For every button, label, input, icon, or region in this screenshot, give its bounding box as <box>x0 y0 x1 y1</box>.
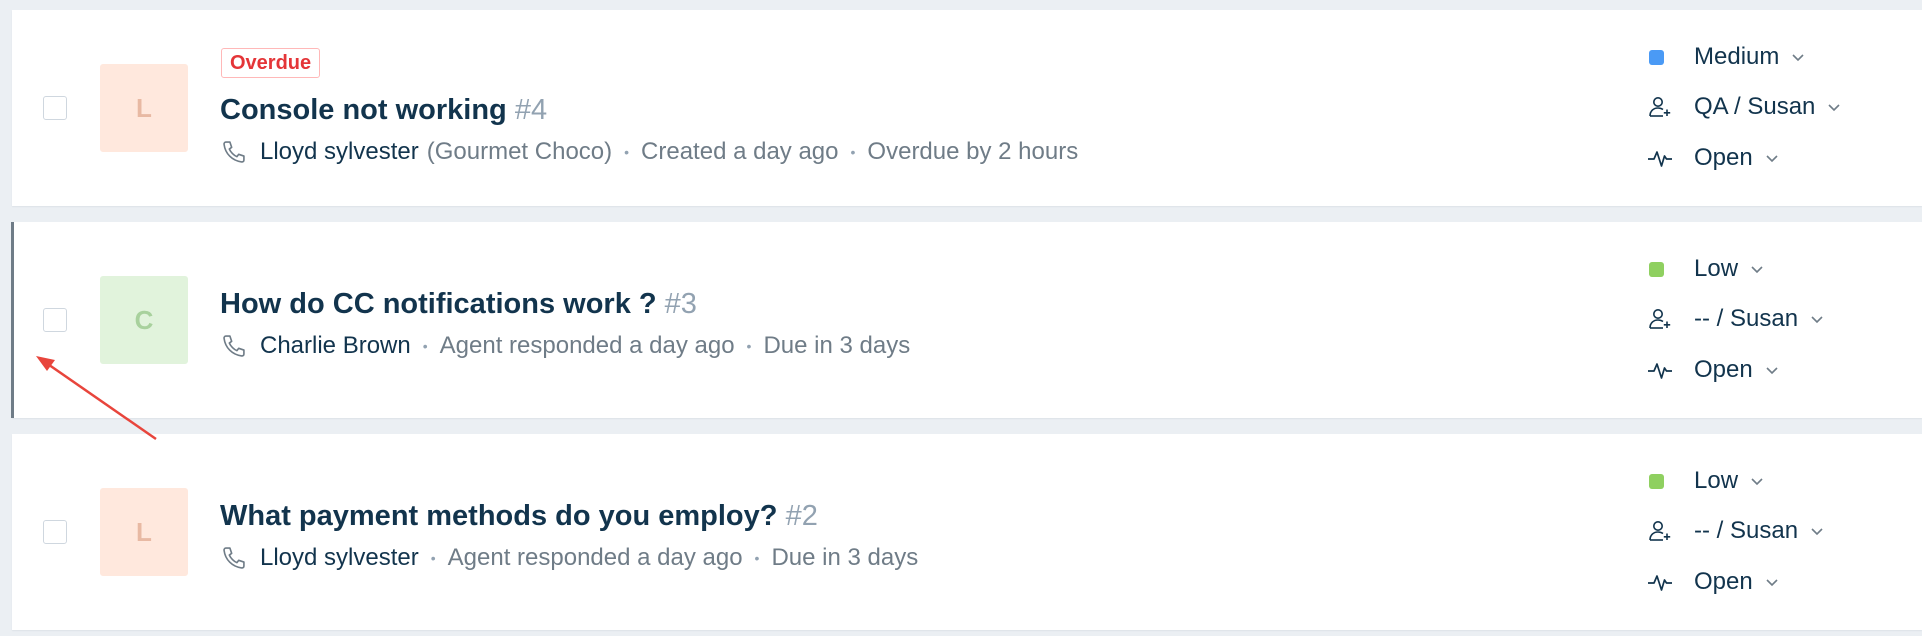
priority-label: Low <box>1694 467 1739 494</box>
ticket-meta: Charlie Brown • Agent responded a day ag… <box>220 332 910 360</box>
chevron-down-icon <box>1811 316 1823 324</box>
ticket-properties: Medium QA / Susan Open <box>1632 10 1922 206</box>
status-pulse-icon <box>1648 151 1672 167</box>
separator-dot: • <box>754 550 760 566</box>
status-label: Open <box>1694 356 1753 383</box>
ticket-number: #3 <box>664 288 697 320</box>
response-time: Agent responded a day ago <box>447 544 743 571</box>
separator-dot: • <box>850 144 856 160</box>
chevron-down-icon <box>1766 367 1778 375</box>
chevron-down-icon <box>1751 266 1763 274</box>
ticket-select-checkbox[interactable] <box>43 520 67 544</box>
status-pulse-icon <box>1648 363 1672 379</box>
ticket-meta: Lloyd sylvester (Gourmet Choco) • Create… <box>220 138 1078 166</box>
chevron-down-icon <box>1766 579 1778 587</box>
avatar: C <box>100 276 188 364</box>
assignee-dropdown[interactable]: QA / Susan <box>1632 93 1841 121</box>
ticket-title-link[interactable]: Console not working #4 <box>220 94 547 127</box>
company-name: (Gourmet Choco) <box>426 138 613 165</box>
priority-dropdown[interactable]: Low <box>1632 255 1764 283</box>
created-time: Created a day ago <box>641 138 839 165</box>
contact-name[interactable]: Lloyd sylvester <box>260 544 419 572</box>
ticket-card[interactable]: L What payment methods do you employ? #2… <box>12 434 1922 630</box>
ticket-title-link[interactable]: How do CC notifications work ? #3 <box>220 288 697 321</box>
ticket-meta: Lloyd sylvester • Agent responded a day … <box>220 544 918 572</box>
avatar: L <box>100 488 188 576</box>
due-status: Due in 3 days <box>771 544 919 571</box>
ticket-title[interactable]: Console not working <box>220 94 507 126</box>
ticket-title-link[interactable]: What payment methods do you employ? #2 <box>220 500 818 533</box>
ticket-title[interactable]: What payment methods do you employ? <box>220 500 778 532</box>
priority-label: Low <box>1694 255 1739 282</box>
chevron-down-icon <box>1811 528 1823 536</box>
assignee-dropdown[interactable]: -- / Susan <box>1632 305 1824 333</box>
assignee-label: -- / Susan <box>1694 517 1799 544</box>
status-label: Open <box>1694 144 1753 171</box>
chevron-down-icon <box>1751 478 1763 486</box>
status-dropdown[interactable]: Open <box>1632 356 1779 384</box>
separator-dot: • <box>624 144 630 160</box>
assignee-dropdown[interactable]: -- / Susan <box>1632 517 1824 545</box>
due-status: Due in 3 days <box>763 332 911 359</box>
agent-icon <box>1649 521 1671 541</box>
priority-dropdown[interactable]: Medium <box>1632 43 1805 71</box>
priority-dropdown[interactable]: Low <box>1632 467 1764 495</box>
priority-color-square <box>1649 49 1664 65</box>
ticket-list: L Overdue Console not working #4 Lloyd s… <box>0 0 1922 636</box>
separator-dot: • <box>422 338 428 354</box>
status-dropdown[interactable]: Open <box>1632 568 1779 596</box>
phone-icon <box>223 335 245 357</box>
ticket-title[interactable]: How do CC notifications work ? <box>220 288 657 320</box>
agent-icon <box>1649 97 1671 117</box>
contact-name[interactable]: Lloyd sylvester <box>260 138 419 166</box>
agent-icon <box>1649 309 1671 329</box>
assignee-label: QA / Susan <box>1694 93 1816 120</box>
status-dropdown[interactable]: Open <box>1632 144 1779 172</box>
chevron-down-icon <box>1766 155 1778 163</box>
priority-color-square <box>1649 473 1664 489</box>
chevron-down-icon <box>1792 54 1804 62</box>
status-badge: Overdue <box>221 48 321 78</box>
ticket-number: #2 <box>785 500 818 532</box>
avatar: L <box>100 64 188 152</box>
separator-dot: • <box>746 338 752 354</box>
priority-color-square <box>1649 261 1664 277</box>
status-pulse-icon <box>1648 575 1672 591</box>
ticket-card[interactable]: L Overdue Console not working #4 Lloyd s… <box>12 10 1922 206</box>
response-time: Agent responded a day ago <box>439 332 735 359</box>
ticket-select-checkbox[interactable] <box>43 308 67 332</box>
phone-icon <box>223 547 245 569</box>
ticket-properties: Low -- / Susan Open <box>1632 222 1922 418</box>
ticket-select-checkbox[interactable] <box>43 96 67 120</box>
ticket-card[interactable]: C How do CC notifications work ? #3 Char… <box>11 222 1922 418</box>
status-label: Open <box>1694 568 1753 595</box>
chevron-down-icon <box>1828 104 1840 112</box>
contact-name[interactable]: Charlie Brown <box>260 332 411 360</box>
priority-label: Medium <box>1694 43 1780 70</box>
assignee-label: -- / Susan <box>1694 305 1799 332</box>
due-status: Overdue by 2 hours <box>867 138 1079 165</box>
ticket-number: #4 <box>514 94 548 126</box>
separator-dot: • <box>430 550 436 566</box>
ticket-properties: Low -- / Susan Open <box>1632 434 1922 630</box>
phone-icon <box>223 141 245 163</box>
